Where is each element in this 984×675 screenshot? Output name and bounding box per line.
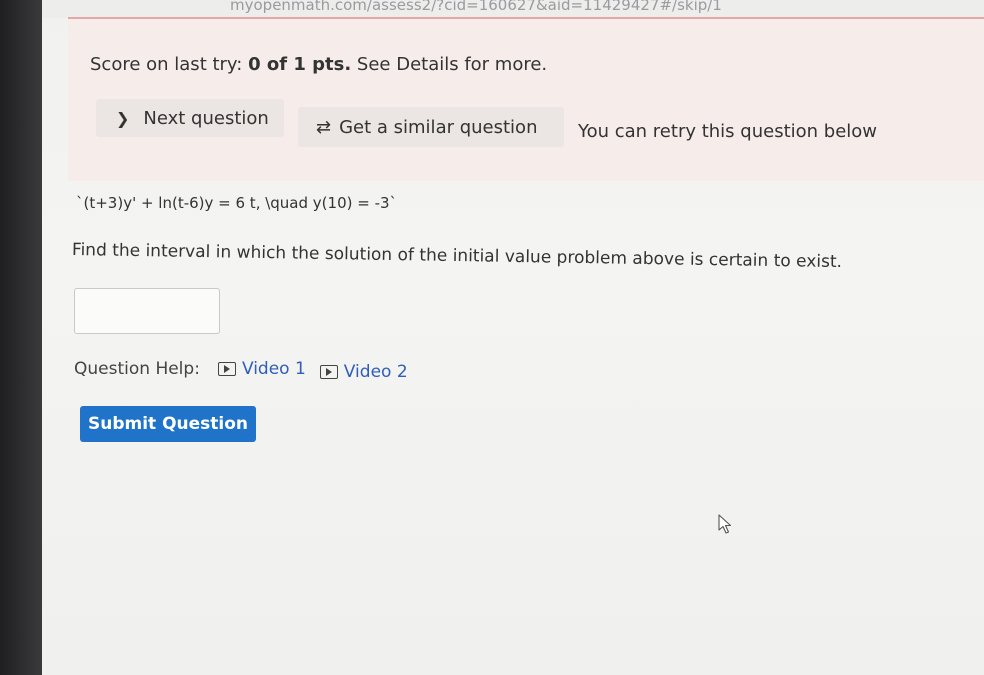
answer-input[interactable]: [74, 288, 220, 334]
play-icon: [217, 362, 236, 376]
address-bar[interactable]: myopenmath.com/assess2/?cid=160627&aid=1…: [42, 0, 984, 18]
question-help-label: Question Help:: [74, 359, 200, 379]
browser-viewport: myopenmath.com/assess2/?cid=160627&aid=1…: [42, 0, 984, 675]
score-panel: Score on last try: 0 of 1 pts. See Detai…: [68, 19, 984, 181]
chevron-right-icon: ❯: [116, 108, 130, 128]
similar-question-button[interactable]: ⇄ Get a similar question: [298, 107, 564, 147]
question-equation: `(t+3)y' + ln(t-6)y = 6 t, \quad y(10) =…: [76, 194, 398, 212]
monitor-bezel: [0, 0, 42, 675]
retry-arrows-icon: ⇄: [316, 116, 332, 138]
submit-question-button[interactable]: Submit Question: [80, 406, 256, 442]
similar-question-label: Get a similar question: [339, 116, 538, 138]
retry-note: You can retry this question below: [578, 121, 878, 142]
video-1-link[interactable]: Video 1: [217, 359, 306, 379]
next-question-button[interactable]: ❯ Next question: [96, 99, 284, 137]
score-summary: Score on last try: 0 of 1 pts. See Detai…: [90, 54, 547, 75]
next-question-label: Next question: [143, 107, 269, 129]
play-icon: [319, 365, 338, 379]
video-1-label: Video 1: [241, 359, 306, 379]
url-text: myopenmath.com/assess2/?cid=160627&aid=1…: [230, 0, 722, 14]
score-value: 0 of 1 pts.: [248, 54, 352, 75]
mouse-pointer-icon: [718, 514, 732, 534]
video-2-label: Video 2: [343, 362, 408, 382]
video-2-link[interactable]: Video 2: [319, 362, 408, 382]
question-prompt: Find the interval in which the solution …: [71, 240, 843, 273]
score-details-note: See Details for more.: [356, 54, 548, 75]
question-help: Question Help: Video 1 Video 2: [74, 356, 422, 382]
score-prefix: Score on last try:: [90, 54, 243, 75]
